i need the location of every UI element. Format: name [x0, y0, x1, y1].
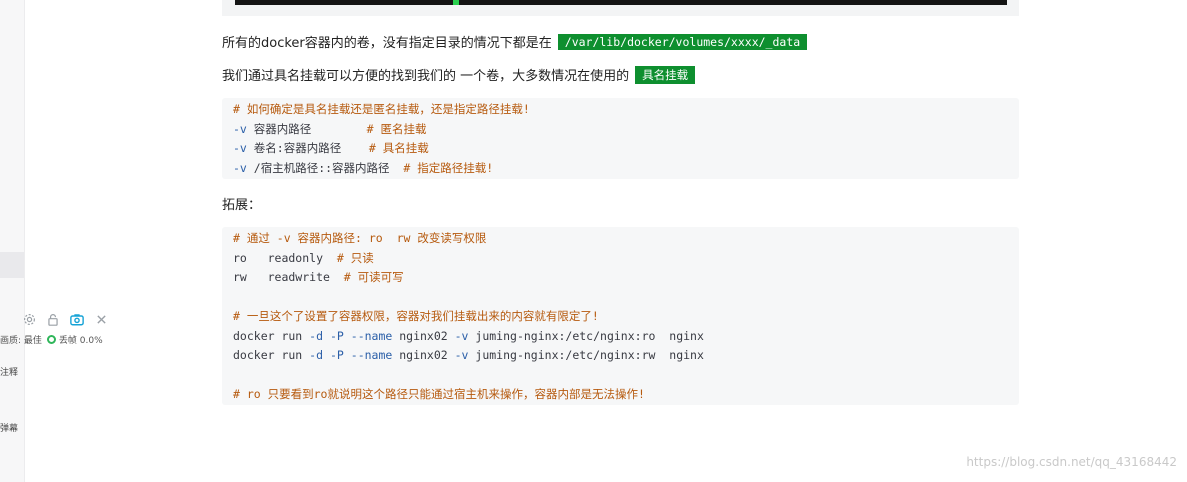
- code-line: rw readwrite # 可读可写: [233, 268, 1008, 288]
- code-comment: # 指定路径挂载!: [403, 160, 494, 175]
- code-line: # 通过 -v 容器内路径: ro rw 改变读写权限: [233, 229, 1008, 249]
- code-comment: # 通过 -v 容器内路径: ro rw 改变读写权限: [233, 231, 487, 245]
- frame-drop-status: 丢帧 0.0%: [58, 336, 103, 346]
- code-flag: -v: [233, 121, 247, 136]
- volume-path-highlight: /var/lib/docker/volumes/xxxx/_data: [557, 34, 808, 50]
- code-line: -v 卷名:容器内路径 # 具名挂载: [233, 139, 1008, 159]
- paragraph-volume-path-text: 所有的docker容器内的卷，没有指定目录的情况下都是在: [222, 36, 552, 51]
- page: 画质: 最佳 丢帧 0.0% 注释 弹幕 所有的docker容器内的卷，没有指定…: [0, 0, 1187, 482]
- close-icon[interactable]: [94, 312, 108, 326]
- screenshot-icon[interactable]: [70, 312, 84, 326]
- paragraph-named-mount-text: 我们通过具名挂载可以方便的找到我们的 一个卷，大多数情况在使用的: [222, 69, 630, 84]
- code-flag: -v: [233, 141, 247, 155]
- named-mount-highlight: 具名挂载: [635, 66, 696, 84]
- code-block-permissions[interactable]: # 通过 -v 容器内路径: ro rw 改变读写权限 ro readonly #…: [222, 227, 1019, 405]
- lock-icon[interactable]: [46, 312, 60, 326]
- code-text: rw readwrite: [233, 270, 344, 284]
- code-comment: # 具名挂载: [368, 141, 429, 155]
- code-line: docker run -d -P --name nginx02 -v jumin…: [233, 327, 1008, 347]
- code-text: docker run: [233, 348, 310, 362]
- code-line: -v /宿主机路径::容器内路径 # 指定路径挂载!: [233, 159, 1008, 179]
- code-comment: # 如何确定是具名挂载还是匿名挂载，还是指定路径挂载!: [233, 102, 530, 116]
- code-line: ro readonly # 只读: [233, 249, 1008, 269]
- code-flag: -d: [309, 348, 324, 362]
- code-text: ro readonly: [233, 250, 337, 265]
- side-panel-selected-row[interactable]: [0, 252, 24, 278]
- frame-drop-indicator-icon: [46, 335, 56, 344]
- code-comment: # 只读: [336, 250, 374, 265]
- code-comment: # 一旦这个了设置了容器权限，容器对我们挂载出来的内容就有限定了!: [233, 309, 599, 323]
- code-flag: -v: [454, 328, 469, 343]
- code-line: # 一旦这个了设置了容器权限，容器对我们挂载出来的内容就有限定了!: [233, 307, 1008, 327]
- code-flag: -d: [309, 328, 324, 343]
- player-toolbar: [22, 312, 108, 326]
- code-flag: -P: [329, 348, 344, 362]
- code-text: nginx02: [392, 348, 455, 362]
- player-status: 画质: 最佳 丢帧 0.0%: [0, 333, 103, 346]
- side-label-comment[interactable]: 注释: [0, 365, 18, 378]
- side-label-bullet[interactable]: 弹幕: [0, 421, 18, 434]
- code-line: docker run -d -P --name nginx02 -v jumin…: [233, 346, 1008, 366]
- code-flag: --name: [350, 328, 393, 343]
- code-text: docker run: [233, 328, 310, 343]
- code-comment: # 可读可写: [343, 270, 404, 284]
- code-line: # 如何确定是具名挂载还是匿名挂载，还是指定路径挂载!: [233, 100, 1008, 120]
- heading-extend: 拓展：: [222, 198, 262, 213]
- paragraph-volume-path: 所有的docker容器内的卷，没有指定目录的情况下都是在/var/lib/doc…: [222, 32, 808, 51]
- code-flag: -v: [233, 160, 247, 175]
- code-block-mount-types[interactable]: # 如何确定是具名挂载还是匿名挂载，还是指定路径挂载! -v 容器内路径 # 匿名…: [222, 98, 1019, 179]
- code-text: juming-nginx:/etc/nginx:rw nginx: [468, 348, 704, 362]
- code-text: /宿主机路径::容器内路径: [246, 160, 404, 175]
- code-flag: -v: [454, 348, 469, 362]
- code-line: # ro 只要看到ro就说明这个路径只能通过宿主机来操作，容器内部是无法操作!: [233, 385, 1008, 405]
- code-text: nginx02: [392, 328, 455, 343]
- code-comment: # 匿名挂载: [366, 121, 427, 136]
- terminal-screenshot-fragment: [222, 0, 1019, 16]
- terminal-cursor: [453, 0, 459, 5]
- gear-icon[interactable]: [22, 312, 36, 326]
- paragraph-named-mount: 我们通过具名挂载可以方便的找到我们的 一个卷，大多数情况在使用的 具名挂载: [222, 65, 696, 84]
- csdn-watermark: https://blog.csdn.net/qq_43168442: [966, 455, 1177, 469]
- code-text: 卷名:容器内路径: [246, 141, 369, 155]
- code-line: -v 容器内路径 # 匿名挂载: [233, 120, 1008, 140]
- code-comment: # ro 只要看到ro就说明这个路径只能通过宿主机来操作，容器内部是无法操作!: [233, 387, 645, 401]
- quality-status: 画质: 最佳: [0, 336, 42, 346]
- code-text: juming-nginx:/etc/nginx:ro nginx: [468, 328, 704, 343]
- video-side-panel: [0, 0, 25, 482]
- terminal-window: [235, 0, 1007, 5]
- code-flag: --name: [350, 348, 393, 362]
- code-flag: -P: [329, 328, 344, 343]
- code-text: 容器内路径: [246, 121, 367, 136]
